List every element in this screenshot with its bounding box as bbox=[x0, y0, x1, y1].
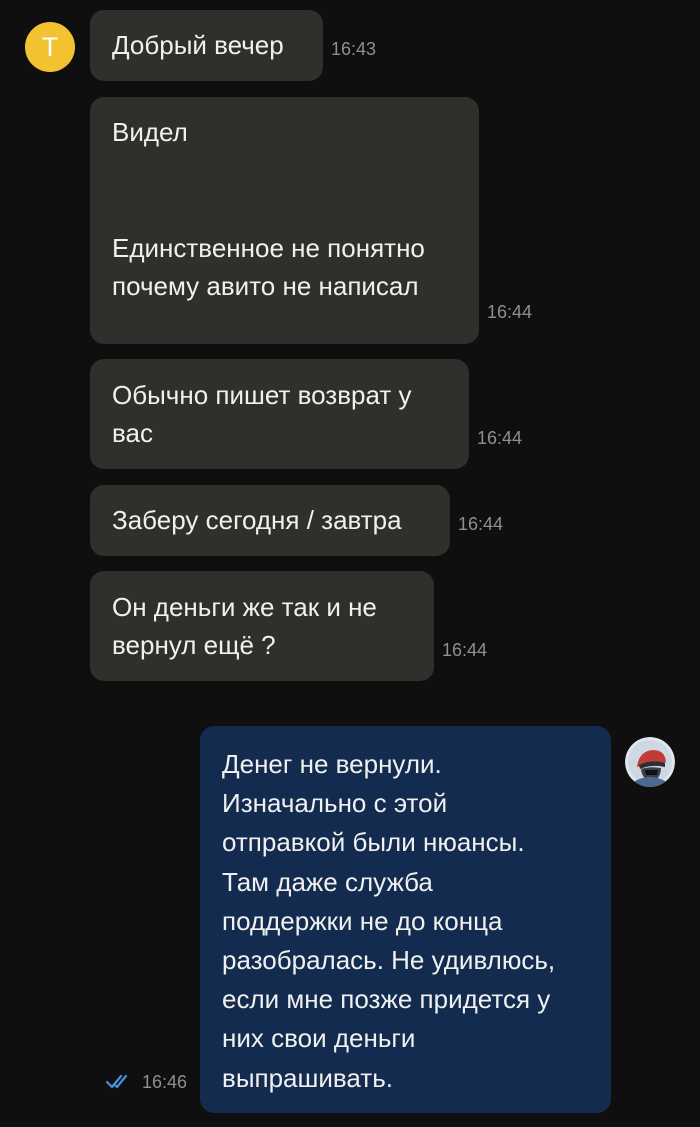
message-line: отправкой были нюансы. bbox=[222, 827, 525, 858]
double-check-icon bbox=[106, 1074, 128, 1089]
incoming-message[interactable]: Он деньги же так и не вернул ещё ? bbox=[90, 571, 434, 681]
message-time: 16:43 bbox=[331, 39, 377, 59]
message-line: них свои деньги bbox=[222, 1023, 416, 1054]
message-time: 16:46 bbox=[142, 1072, 188, 1092]
incoming-message[interactable]: Заберу сегодня / завтра bbox=[90, 485, 450, 556]
message-line: разобралась. Не удивлюсь, bbox=[222, 945, 556, 976]
message-line: если мне позже придется у bbox=[222, 984, 551, 1015]
message-line: поддержки не до конца bbox=[222, 905, 503, 936]
message-time: 16:44 bbox=[477, 428, 523, 448]
outgoing-message[interactable]: Денег не вернули. Изначально с этой отпр… bbox=[200, 726, 611, 1113]
message-line: Денег не вернули. bbox=[222, 749, 442, 779]
incoming-message[interactable]: Обычно пишет возврат у вас bbox=[90, 359, 469, 469]
profile-photo-icon bbox=[625, 737, 675, 787]
user-avatar[interactable] bbox=[625, 737, 675, 787]
message-line: Там даже служба bbox=[222, 866, 433, 897]
message-time: 16:44 bbox=[487, 302, 533, 322]
message-time: 16:44 bbox=[442, 640, 488, 660]
message-time: 16:44 bbox=[458, 514, 504, 534]
contact-avatar[interactable]: T bbox=[25, 22, 75, 72]
message-line: Изначально с этой bbox=[222, 788, 448, 819]
incoming-message[interactable]: Видел Единственное не понятно почему ави… bbox=[90, 97, 479, 344]
incoming-message[interactable]: Добрый вечер bbox=[90, 10, 323, 81]
message-line: выпрашивать. bbox=[222, 1062, 393, 1093]
